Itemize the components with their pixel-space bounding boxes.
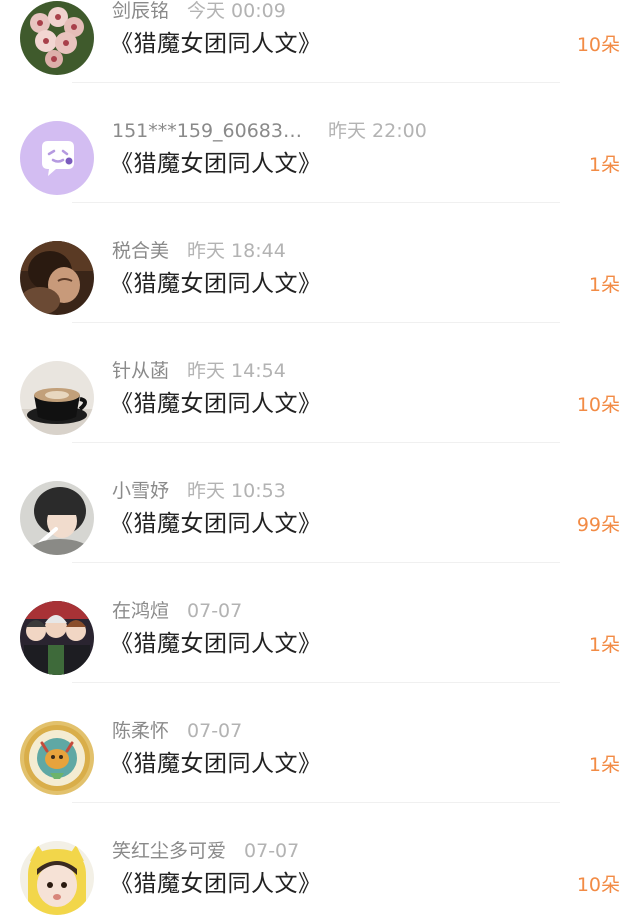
username[interactable]: 151***159_60683…	[112, 120, 302, 142]
list-item[interactable]: 针从菡 昨天 14:54 《猎魔女团同人文》 10朵	[0, 323, 640, 443]
username[interactable]: 在鸿煊	[112, 600, 169, 622]
timestamp: 昨天 14:54	[187, 360, 286, 382]
avatar[interactable]	[20, 361, 94, 435]
username[interactable]: 针从菡	[112, 360, 169, 382]
flower-gift-list: 剑辰铭 今天 00:09 《猎魔女团同人文》 10朵 151***159_6068…	[0, 0, 640, 923]
anime-group-photo-icon	[20, 601, 94, 675]
avatar[interactable]	[20, 601, 94, 675]
timestamp: 07-07	[244, 840, 300, 862]
list-item[interactable]: 陈柔怀 07-07 《猎魔女团同人文》 1朵	[0, 683, 640, 803]
flower-count: 99朵	[576, 514, 620, 536]
timestamp: 今天 00:09	[187, 0, 286, 22]
timestamp: 昨天 18:44	[187, 240, 286, 262]
work-title[interactable]: 《猎魔女团同人文》	[110, 869, 322, 899]
avatar[interactable]	[20, 121, 94, 195]
username[interactable]: 剑辰铭	[112, 0, 169, 22]
person-photo-icon	[20, 241, 94, 315]
flower-count: 1朵	[588, 274, 620, 296]
item-meta: 笑红尘多可爱 07-07	[112, 839, 299, 863]
work-title[interactable]: 《猎魔女团同人文》	[110, 629, 322, 659]
timestamp: 昨天 22:00	[327, 120, 427, 142]
item-meta: 小雪妤 昨天 10:53	[112, 479, 286, 503]
work-title[interactable]: 《猎魔女团同人文》	[110, 149, 322, 179]
avatar[interactable]	[20, 721, 94, 795]
flower-count: 1朵	[588, 634, 620, 656]
flower-count: 10朵	[576, 394, 620, 416]
flower-count: 10朵	[576, 34, 620, 56]
username[interactable]: 税合美	[112, 240, 169, 262]
work-title[interactable]: 《猎魔女团同人文》	[110, 269, 322, 299]
gold-coin-photo-icon	[20, 721, 94, 795]
avatar[interactable]	[20, 841, 94, 915]
list-item[interactable]: 在鸿煊 07-07 《猎魔女团同人文》 1朵	[0, 563, 640, 683]
item-meta: 针从菡 昨天 14:54	[112, 359, 286, 383]
item-meta: 151***159_60683… 昨天 22:00	[112, 119, 427, 143]
flower-count: 1朵	[588, 754, 620, 776]
work-title[interactable]: 《猎魔女团同人文》	[110, 749, 322, 779]
avatar[interactable]	[20, 1, 94, 75]
flower-count: 1朵	[588, 154, 620, 176]
work-title[interactable]: 《猎魔女团同人文》	[110, 29, 322, 59]
coffee-cup-photo-icon	[20, 361, 94, 435]
list-item[interactable]: 笑红尘多可爱 07-07 《猎魔女团同人文》 10朵	[0, 803, 640, 923]
list-item[interactable]: 剑辰铭 今天 00:09 《猎魔女团同人文》 10朵	[0, 0, 640, 83]
username[interactable]: 小雪妤	[112, 480, 169, 502]
item-meta: 剑辰铭 今天 00:09	[112, 0, 286, 23]
list-item[interactable]: 小雪妤 昨天 10:53 《猎魔女团同人文》 99朵	[0, 443, 640, 563]
username[interactable]: 陈柔怀	[112, 720, 169, 742]
timestamp: 昨天 10:53	[187, 480, 286, 502]
avatar[interactable]	[20, 241, 94, 315]
child-yellow-hood-photo-icon	[20, 841, 94, 915]
item-meta: 在鸿煊 07-07	[112, 599, 242, 623]
item-meta: 税合美 昨天 18:44	[112, 239, 286, 263]
list-item[interactable]: 151***159_60683… 昨天 22:00 《猎魔女团同人文》 1朵	[0, 83, 640, 203]
timestamp: 07-07	[187, 720, 243, 742]
avatar[interactable]	[20, 481, 94, 555]
flower-photo-icon	[20, 1, 94, 75]
username[interactable]: 笑红尘多可爱	[112, 840, 226, 862]
work-title[interactable]: 《猎魔女团同人文》	[110, 389, 322, 419]
work-title[interactable]: 《猎魔女团同人文》	[110, 509, 322, 539]
default-chat-icon	[20, 121, 94, 195]
list-item[interactable]: 税合美 昨天 18:44 《猎魔女团同人文》 1朵	[0, 203, 640, 323]
flower-count: 10朵	[576, 874, 620, 896]
item-meta: 陈柔怀 07-07	[112, 719, 242, 743]
girl-photo-icon	[20, 481, 94, 555]
timestamp: 07-07	[187, 600, 243, 622]
